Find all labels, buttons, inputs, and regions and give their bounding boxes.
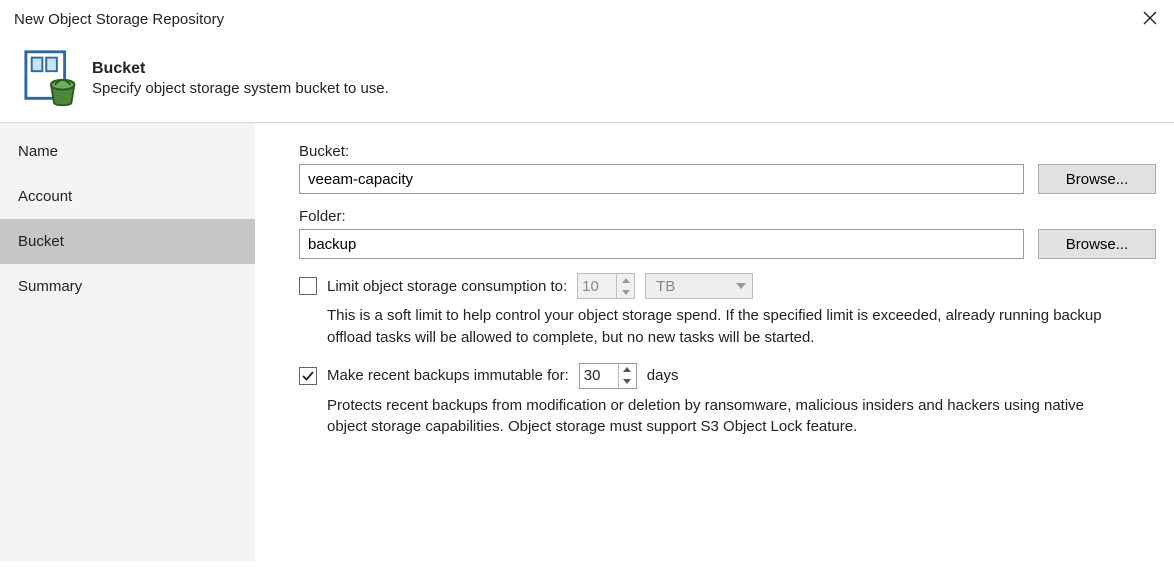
sidebar-item-summary[interactable]: Summary [0,264,255,309]
bucket-input[interactable] [299,164,1024,194]
sidebar-item-bucket[interactable]: Bucket [0,219,255,264]
immutable-spinner[interactable] [579,363,637,389]
immutable-option-row: Make recent backups immutable for: days [299,363,1156,389]
sidebar: Name Account Bucket Summary [0,123,255,561]
immutable-checkbox[interactable] [299,367,317,385]
immutable-description: Protects recent backups from modificatio… [327,395,1107,439]
spinner-down-icon [617,286,634,298]
limit-spinner [577,273,635,299]
chevron-down-icon [736,283,746,289]
limit-value-input [578,274,616,298]
limit-label: Limit object storage consumption to: [327,278,567,295]
folder-browse-button[interactable]: Browse... [1038,229,1156,259]
bucket-field: Bucket: Browse... [299,143,1156,194]
limit-checkbox[interactable] [299,277,317,295]
limit-unit-combo: TB [645,273,753,299]
limit-unit-label: TB [656,278,675,295]
bucket-label: Bucket: [299,143,1156,160]
spinner-down-icon[interactable] [619,376,636,388]
immutable-unit-label: days [647,367,679,384]
bucket-browse-button[interactable]: Browse... [1038,164,1156,194]
limit-description: This is a soft limit to help control you… [327,305,1107,349]
immutable-value-input[interactable] [580,364,618,388]
immutable-label: Make recent backups immutable for: [327,367,569,384]
close-icon[interactable] [1142,10,1160,28]
sidebar-item-name[interactable]: Name [0,129,255,174]
folder-input[interactable] [299,229,1024,259]
titlebar: New Object Storage Repository [0,0,1174,38]
banner: Bucket Specify object storage system buc… [0,38,1174,122]
banner-subtext: Specify object storage system bucket to … [92,80,389,97]
folder-field: Folder: Browse... [299,208,1156,259]
banner-heading: Bucket [92,60,389,78]
content: Name Account Bucket Summary Bucket: Brow… [0,123,1174,561]
limit-option-row: Limit object storage consumption to: TB [299,273,1156,299]
main-panel: Bucket: Browse... Folder: Browse... Limi… [255,123,1174,561]
spinner-up-icon[interactable] [619,364,636,376]
bucket-storage-icon [14,46,92,108]
window-title: New Object Storage Repository [14,11,224,28]
folder-label: Folder: [299,208,1156,225]
spinner-up-icon [617,274,634,286]
sidebar-item-account[interactable]: Account [0,174,255,219]
